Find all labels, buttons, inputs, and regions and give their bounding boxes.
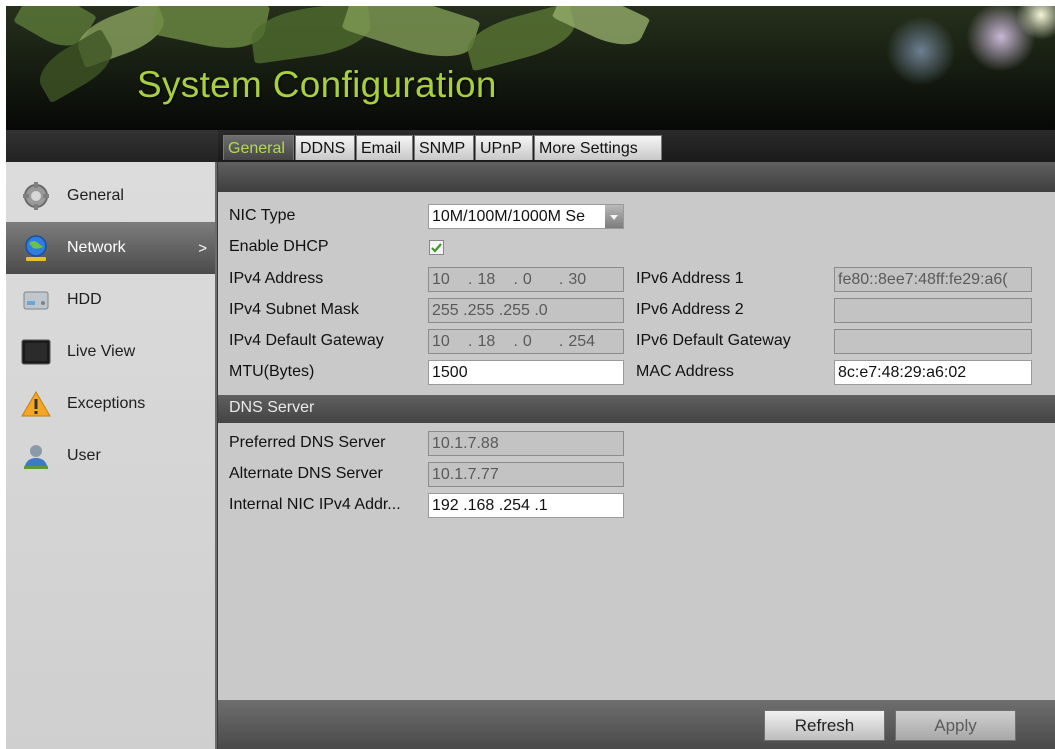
ip-octet: 254	[503, 497, 530, 514]
tab-general[interactable]: General	[223, 135, 294, 160]
ipv4-gateway-field[interactable]: 10. 18. 0. 254	[428, 329, 624, 354]
hard-drive-icon	[21, 286, 51, 314]
preferred-dns-field[interactable]: 10.1.7.88	[428, 431, 624, 456]
ipv6-address-2-label: IPv6 Address 2	[636, 301, 744, 318]
nic-type-label: NIC Type	[229, 207, 296, 224]
ipv4-address-field[interactable]: 10. 18. 0. 30	[428, 267, 624, 292]
sidebar-header-strip	[6, 130, 219, 162]
ipv6-address-2-field[interactable]	[834, 298, 1032, 323]
user-icon	[21, 442, 51, 470]
ip-octet: 168	[467, 497, 495, 514]
ip-octet: 10	[432, 333, 450, 350]
footer-bar: Refresh Apply	[218, 700, 1055, 749]
tab-ddns[interactable]: DDNS	[295, 135, 355, 160]
apply-button[interactable]: Apply	[895, 710, 1016, 741]
sidebar-item-user[interactable]: User	[6, 430, 215, 482]
ipv6-address-1-label: IPv6 Address 1	[636, 270, 744, 287]
preferred-dns-label: Preferred DNS Server	[229, 434, 386, 451]
tab-email[interactable]: Email	[356, 135, 413, 160]
sidebar-item-label: General	[67, 187, 124, 204]
sidebar-item-general[interactable]: General	[6, 170, 215, 222]
sidebar-item-network[interactable]: Network >	[6, 222, 215, 274]
ip-octet: 18	[477, 333, 496, 350]
page-title: System Configuration	[137, 64, 497, 105]
alternate-dns-label: Alternate DNS Server	[229, 465, 383, 482]
ip-octet: 255	[503, 302, 530, 319]
network-general-panel: NIC Type Enable DHCP IPv4 Address IPv4 S…	[218, 192, 1055, 700]
sidebar-item-hdd[interactable]: HDD	[6, 274, 215, 326]
ip-octet: 0	[522, 333, 532, 350]
sidebar-item-label: User	[67, 447, 101, 464]
tab-snmp[interactable]: SNMP	[414, 135, 474, 160]
mtu-label: MTU(Bytes)	[229, 363, 315, 380]
nic-type-select[interactable]: 10M/100M/1000M Se	[428, 204, 624, 229]
checkmark-icon	[431, 243, 442, 253]
sidebar: General Network > HDD Live View Exceptio…	[6, 162, 217, 749]
ip-octet: 192	[432, 497, 459, 514]
banner-bokeh	[886, 16, 956, 86]
ip-octet: 254	[568, 333, 596, 350]
internal-nic-label: Internal NIC IPv4 Addr...	[229, 496, 401, 513]
internal-nic-ipv4-field[interactable]: 192 .168 .254 .1	[428, 493, 624, 518]
tab-upnp[interactable]: UPnP	[475, 135, 533, 160]
header-banner: System Configuration	[6, 6, 1055, 130]
chevron-right-icon: >	[198, 239, 207, 257]
ip-octet: 0	[538, 302, 548, 319]
ip-octet: 30	[568, 271, 587, 288]
app-window: System Configuration General Network > H…	[6, 6, 1055, 749]
chevron-down-icon[interactable]	[605, 205, 623, 228]
ip-octet: 255	[467, 302, 495, 319]
globe-icon	[21, 234, 51, 262]
sidebar-item-exceptions[interactable]: Exceptions	[6, 378, 215, 430]
ip-octet: 10	[432, 271, 450, 288]
ipv6-address-1-field[interactable]: fe80::8ee7:48ff:fe29:a6(	[834, 267, 1032, 292]
sidebar-item-live-view[interactable]: Live View	[6, 326, 215, 378]
ipv4-subnet-label: IPv4 Subnet Mask	[229, 301, 359, 318]
dns-section-header: DNS Server	[218, 395, 1055, 423]
nic-type-value: 10M/100M/1000M Se	[432, 208, 585, 225]
tab-more-settings[interactable]: More Settings	[534, 135, 662, 160]
sidebar-item-label: Live View	[67, 343, 136, 360]
ipv6-gateway-field[interactable]	[834, 329, 1032, 354]
sidebar-item-label: Network	[67, 239, 126, 256]
ipv4-gateway-label: IPv4 Default Gateway	[229, 332, 384, 349]
sidebar-item-label: Exceptions	[67, 395, 146, 412]
enable-dhcp-label: Enable DHCP	[229, 238, 329, 255]
ip-octet: 255	[432, 302, 459, 319]
mtu-input[interactable]: 1500	[428, 360, 624, 385]
monitor-icon	[21, 338, 51, 366]
warning-icon	[21, 390, 51, 418]
alternate-dns-field[interactable]: 10.1.7.77	[428, 462, 624, 487]
gear-icon	[21, 182, 51, 210]
enable-dhcp-checkbox[interactable]	[429, 240, 444, 255]
ipv6-gateway-label: IPv6 Default Gateway	[636, 332, 791, 349]
ip-octet: 1	[538, 497, 548, 514]
dns-section-title: DNS Server	[229, 399, 315, 416]
sidebar-item-label: HDD	[67, 291, 102, 308]
mac-address-label: MAC Address	[636, 363, 734, 380]
tab-bar: General DDNS Email SNMP UPnP More Settin…	[218, 130, 1055, 162]
ipv4-address-label: IPv4 Address	[229, 270, 324, 287]
ip-octet: 0	[522, 271, 532, 288]
mac-address-field[interactable]: 8c:e7:48:29:a6:02	[834, 360, 1032, 385]
refresh-button[interactable]: Refresh	[764, 710, 885, 741]
ipv4-subnet-field[interactable]: 255 .255 .255 .0	[428, 298, 624, 323]
ip-octet: 18	[477, 271, 496, 288]
content-header-strip	[218, 162, 1055, 192]
